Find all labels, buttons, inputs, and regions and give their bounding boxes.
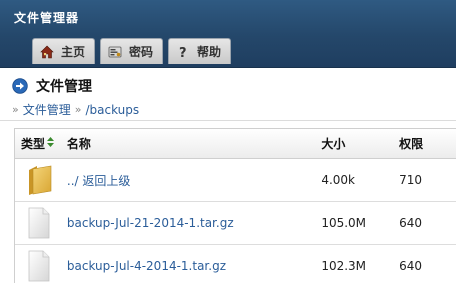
key-icon: [108, 45, 122, 59]
file-name[interactable]: backup-Jul-21-2014-1.tar.gz: [67, 216, 321, 230]
column-header-type[interactable]: 类型: [15, 135, 67, 152]
file-permissions: 710: [399, 173, 423, 187]
tab-home[interactable]: 主页: [32, 38, 96, 64]
folder-icon: [15, 164, 67, 196]
column-header-size[interactable]: 大小: [321, 135, 399, 152]
breadcrumb-separator: »: [74, 103, 82, 116]
table-row[interactable]: backup-Jul-21-2014-1.tar.gz 105.0M 640: [15, 202, 456, 245]
app-title: 文件管理器: [14, 11, 80, 25]
file-permissions: 640: [399, 216, 423, 230]
file-name[interactable]: backup-Jul-4-2014-1.tar.gz: [67, 259, 321, 273]
table-row[interactable]: ../ 返回上级 4.00k 710: [15, 159, 456, 202]
file-icon: [15, 207, 67, 239]
arrow-right-circle-icon: [12, 78, 28, 94]
tab-password-label: 密码: [129, 45, 154, 59]
tab-home-label: 主页: [61, 45, 86, 59]
file-size: 4.00k: [321, 173, 355, 187]
column-header-permissions[interactable]: 权限: [399, 135, 456, 152]
nav-tabs: 主页 密码 ? 帮助: [32, 38, 232, 64]
tab-help-label: 帮助: [197, 45, 222, 59]
column-header-name[interactable]: 名称: [67, 135, 321, 152]
svg-text:?: ?: [179, 46, 187, 59]
file-size: 102.3M: [321, 259, 367, 273]
table-row[interactable]: backup-Jul-4-2014-1.tar.gz 102.3M 640: [15, 245, 456, 283]
top-bar: 文件管理器 主页 密码 ? 帮助: [0, 0, 456, 68]
table-header: 类型 名称 大小 权限: [15, 129, 456, 159]
sort-arrows-icon: [47, 137, 55, 150]
breadcrumb-separator: »: [12, 103, 19, 116]
page-title-text: 文件管理: [36, 79, 92, 95]
tab-help[interactable]: ? 帮助: [168, 38, 232, 64]
home-icon: [40, 45, 54, 59]
file-permissions: 640: [399, 259, 423, 273]
file-icon: [15, 250, 67, 282]
divider: [0, 120, 456, 121]
breadcrumb-root-link[interactable]: 文件管理: [23, 101, 71, 118]
breadcrumb: » 文件管理 » /backups: [12, 101, 139, 118]
page-title: 文件管理: [12, 76, 92, 96]
tab-password[interactable]: 密码: [100, 38, 164, 64]
help-icon: ?: [176, 45, 190, 59]
breadcrumb-current: /backups: [85, 102, 140, 117]
file-table: 类型 名称 大小 权限 ../ 返回上级 4.00k 710 backup-Ju…: [14, 128, 456, 283]
file-size: 105.0M: [321, 216, 367, 230]
file-name[interactable]: ../ 返回上级: [67, 172, 321, 189]
